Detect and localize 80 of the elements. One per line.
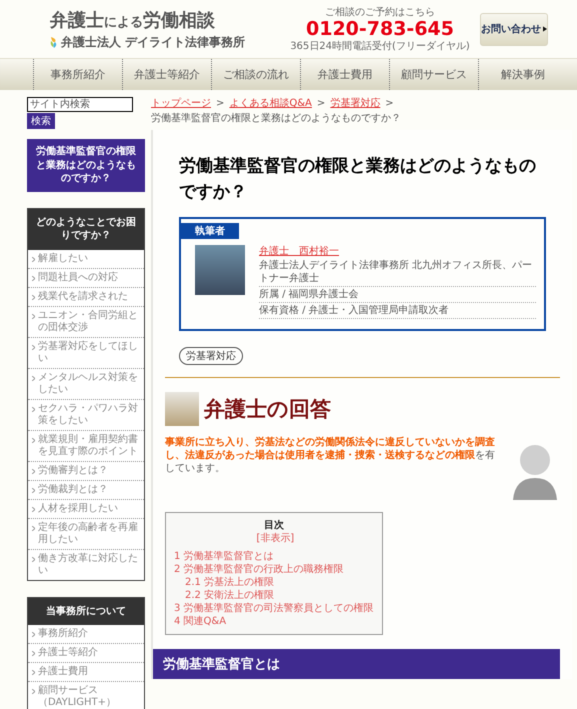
toc-title: 目次 xyxy=(264,520,284,531)
search-field[interactable]: サイト内検索 xyxy=(27,97,133,112)
chevron-icon xyxy=(32,689,35,694)
sidebar-link[interactable]: 働き方改革に対応したい xyxy=(28,548,144,580)
site-title: 弁護士による労働相談 xyxy=(50,8,216,32)
nav-link[interactable]: 解決事例 xyxy=(478,59,567,90)
chevron-icon xyxy=(32,506,35,512)
chevron-icon xyxy=(32,314,35,318)
contact-button[interactable]: お問い合わせ xyxy=(480,12,548,46)
leaf-logo-icon xyxy=(50,36,58,48)
phone-caption: ご相談のご予約はこちら xyxy=(324,6,436,19)
sidebar-link[interactable]: 人材を採用したい xyxy=(28,498,144,518)
sidebar-link[interactable]: 弁護士等紹介 xyxy=(28,643,144,662)
chevron-icon xyxy=(32,651,35,656)
author-detail: 弁護士法人デイライト法律事務所 北九州オフィス所長、パートナー弁護士 xyxy=(259,258,536,287)
search-button[interactable]: 検索 xyxy=(27,113,55,129)
article-title: 労働基準監督官の権限と業務はどのようなものですか？ xyxy=(179,155,537,204)
sidebar-link[interactable]: 労基署対応をしてほしい xyxy=(28,336,144,368)
chevron-icon xyxy=(32,344,35,350)
toc-link[interactable]: 4 関連Q&A xyxy=(174,615,374,628)
breadcrumb-separator: > xyxy=(385,97,394,110)
phone-number[interactable]: 0120-783-645 xyxy=(288,18,472,40)
breadcrumb-link[interactable]: よくある相談Q&A xyxy=(229,97,312,110)
sidebar-link[interactable]: 顧問サービス（DAYLIGHT+） xyxy=(28,681,144,709)
statue-picture xyxy=(165,392,199,426)
toc-link[interactable]: 2 労働基準監督官の行政上の職務権限 xyxy=(174,563,374,576)
current-page-box: 労働基準監督官の権限と業務はどのようなものですか？ xyxy=(27,139,145,192)
sidebar-link[interactable]: 就業規則・雇用契約書を見直す際のポイント xyxy=(28,430,144,460)
breadcrumb-link[interactable]: 労基署対応 xyxy=(330,97,380,110)
breadcrumb-link[interactable]: トップページ xyxy=(151,97,211,110)
panel-title: 当事務所について xyxy=(28,598,144,625)
sidebar-link[interactable]: 事務所紹介 xyxy=(28,625,144,643)
chevron-icon xyxy=(32,632,35,637)
author-label: 執筆者 xyxy=(181,223,239,239)
sidebar-link[interactable]: 労働裁判とは？ xyxy=(28,480,144,498)
chevron-icon xyxy=(32,438,35,442)
chevron-icon xyxy=(32,376,35,380)
triangle-icon xyxy=(543,25,547,33)
chevron-icon xyxy=(32,406,35,412)
photo-placeholder xyxy=(195,245,245,295)
sidebar-link[interactable]: 残業代を請求された xyxy=(28,286,144,306)
toc-toggle-link[interactable]: [非表示] xyxy=(177,532,374,545)
sidebar-link[interactable]: 問題社員への対応 xyxy=(28,268,144,286)
author-detail: 保有資格 / 弁護士・入国管理局申請取次者 xyxy=(259,303,536,319)
answer-text: 事業所に立ち入り、労基法などの労働関係法令に違反していないかを調査し、法違反があった場合は使用者を逮捕・捜索・送検するなどの権限を有しています。 xyxy=(165,436,496,476)
firm-name: 弁護士法人 デイライト法律事務所 xyxy=(61,34,246,50)
breadcrumb-current: 労働基準監督官の権限と業務はどのようなものですか？ xyxy=(151,112,401,125)
toc-link[interactable]: 1 労働基準監督官とは xyxy=(174,550,374,563)
sidebar-link[interactable]: ユニオン・合同労組との団体交渉 xyxy=(28,306,144,336)
nav-link[interactable]: 顧問サービス xyxy=(389,59,478,90)
breadcrumb-separator: > xyxy=(216,97,224,110)
sidebar-link[interactable]: 解雇したい xyxy=(28,250,144,268)
panel-title: どのようなことでお困りですか？ xyxy=(28,208,144,250)
sidebar-link[interactable]: 労働審判とは？ xyxy=(28,460,144,480)
nav-link[interactable]: 弁護士費用 xyxy=(300,59,389,90)
chevron-icon xyxy=(32,526,35,530)
chevron-icon xyxy=(32,488,35,492)
section-heading: 労働基準監督官とは xyxy=(153,649,560,679)
answer-heading: 弁護士の回答 xyxy=(204,395,331,423)
nav-link[interactable]: 事務所紹介 xyxy=(33,59,122,90)
phone-note: 365日24時間電話受付(フリーダイヤル) xyxy=(289,40,471,54)
breadcrumb-separator: > xyxy=(316,97,326,110)
toc-link[interactable]: 3 労働基準監督官の司法警察員としての権限 xyxy=(174,602,374,615)
sidebar-link[interactable]: セクハラ・パワハラ対策をしたい xyxy=(28,398,144,430)
author-name-link[interactable]: 弁護士 西村裕一 xyxy=(259,245,339,258)
author-detail: 所属 / 福岡県弁護士会 xyxy=(259,287,536,303)
chevron-icon xyxy=(32,670,35,675)
toc-link[interactable]: 2.1 労基法上の権限 xyxy=(174,576,374,589)
chevron-icon xyxy=(32,294,35,300)
tag-link[interactable]: 労基署対応 xyxy=(179,347,243,365)
toc-link[interactable]: 2.2 安衛法上の権限 xyxy=(174,589,374,602)
sidebar-link[interactable]: 弁護士費用 xyxy=(28,662,144,681)
sidebar-link[interactable]: メンタルヘルス対策をしたい xyxy=(28,368,144,398)
chevron-icon xyxy=(32,256,35,262)
sidebar-link[interactable]: 定年後の高齢者を再雇用したい xyxy=(28,518,144,548)
chevron-icon xyxy=(32,276,35,280)
nav-link[interactable]: ご相談の流れ xyxy=(211,59,300,90)
chevron-icon xyxy=(32,556,35,562)
nav-link[interactable]: 弁護士等紹介 xyxy=(122,59,211,90)
chevron-icon xyxy=(32,468,35,474)
